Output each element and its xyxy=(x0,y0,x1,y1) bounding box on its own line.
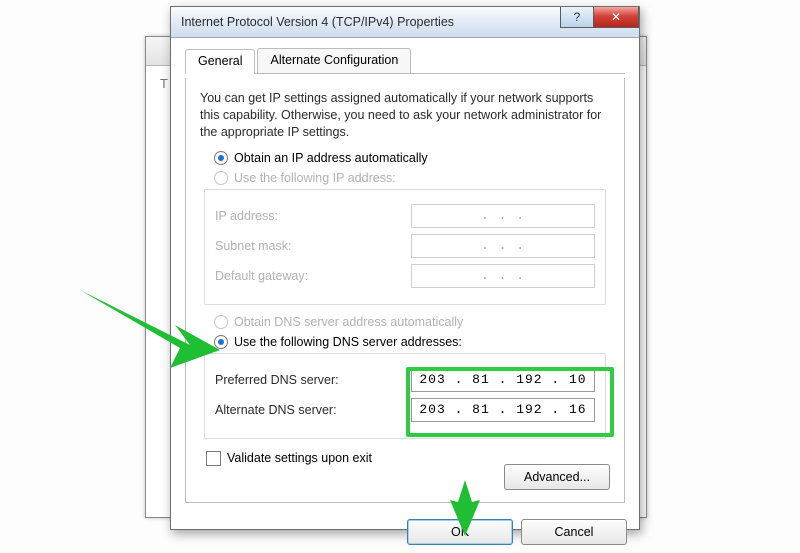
tcpip-properties-dialog: Internet Protocol Version 4 (TCP/IPv4) P… xyxy=(170,6,640,530)
dns-fields-group: Preferred DNS server: 203 . 81 . 192 . 1… xyxy=(204,353,606,439)
default-gateway-input: . . . xyxy=(411,264,595,288)
tab-general[interactable]: General xyxy=(185,49,255,74)
radio-dns-auto[interactable]: Obtain DNS server address automatically xyxy=(214,315,610,329)
dialog-button-row: OK Cancel xyxy=(171,511,639,553)
ip-address-label: IP address: xyxy=(215,209,278,223)
ip-fields-group: IP address: . . . Subnet mask: . . . Def… xyxy=(204,189,606,305)
ip-address-input: . . . xyxy=(411,204,595,228)
radio-icon xyxy=(214,151,228,165)
background-fragment: T xyxy=(160,76,168,91)
tab-alt-label: Alternate Configuration xyxy=(270,53,398,67)
ok-button[interactable]: OK xyxy=(407,519,513,545)
field-ip-address: IP address: . . . xyxy=(215,204,595,228)
subnet-mask-label: Subnet mask: xyxy=(215,239,291,253)
radio-ip-auto-label: Obtain an IP address automatically xyxy=(234,151,428,165)
general-pane: You can get IP settings assigned automat… xyxy=(185,78,625,503)
titlebar-close-button[interactable]: ✕ xyxy=(593,7,639,28)
validate-settings-label: Validate settings upon exit xyxy=(227,451,372,465)
radio-dns-auto-label: Obtain DNS server address automatically xyxy=(234,315,463,329)
intro-text: You can get IP settings assigned automat… xyxy=(200,90,610,141)
field-alternate-dns: Alternate DNS server: 203 . 81 . 192 . 1… xyxy=(215,398,595,422)
radio-icon xyxy=(214,335,228,349)
cancel-button-label: Cancel xyxy=(555,525,594,539)
field-preferred-dns: Preferred DNS server: 203 . 81 . 192 . 1… xyxy=(215,368,595,392)
cancel-button[interactable]: Cancel xyxy=(521,519,627,545)
titlebar-help-button[interactable]: ? xyxy=(560,7,594,28)
radio-icon xyxy=(214,315,228,329)
alternate-dns-label: Alternate DNS server: xyxy=(215,403,337,417)
checkbox-icon xyxy=(206,451,221,466)
client-area: General Alternate Configuration You can … xyxy=(171,38,639,511)
help-icon: ? xyxy=(574,10,581,24)
radio-dns-manual-label: Use the following DNS server addresses: xyxy=(234,335,462,349)
tab-alternate-configuration[interactable]: Alternate Configuration xyxy=(257,48,411,73)
window-title: Internet Protocol Version 4 (TCP/IPv4) P… xyxy=(181,15,454,29)
default-gateway-label: Default gateway: xyxy=(215,269,308,283)
ok-button-label: OK xyxy=(451,525,469,539)
radio-icon xyxy=(214,171,228,185)
tab-general-label: General xyxy=(198,54,242,68)
radio-ip-auto[interactable]: Obtain an IP address automatically xyxy=(214,151,610,165)
advanced-button[interactable]: Advanced... xyxy=(504,464,610,490)
alternate-dns-input[interactable]: 203 . 81 . 192 . 16 xyxy=(411,398,595,422)
close-icon: ✕ xyxy=(611,10,621,24)
subnet-mask-input: . . . xyxy=(411,234,595,258)
radio-ip-manual[interactable]: Use the following IP address: xyxy=(214,171,610,185)
radio-dns-manual[interactable]: Use the following DNS server addresses: xyxy=(214,335,610,349)
field-default-gateway: Default gateway: . . . xyxy=(215,264,595,288)
tab-strip: General Alternate Configuration xyxy=(185,48,625,74)
preferred-dns-input[interactable]: 203 . 81 . 192 . 10 xyxy=(411,368,595,392)
preferred-dns-label: Preferred DNS server: xyxy=(215,373,339,387)
titlebar[interactable]: Internet Protocol Version 4 (TCP/IPv4) P… xyxy=(171,7,639,38)
field-subnet-mask: Subnet mask: . . . xyxy=(215,234,595,258)
advanced-button-label: Advanced... xyxy=(524,470,590,484)
radio-ip-manual-label: Use the following IP address: xyxy=(234,171,396,185)
